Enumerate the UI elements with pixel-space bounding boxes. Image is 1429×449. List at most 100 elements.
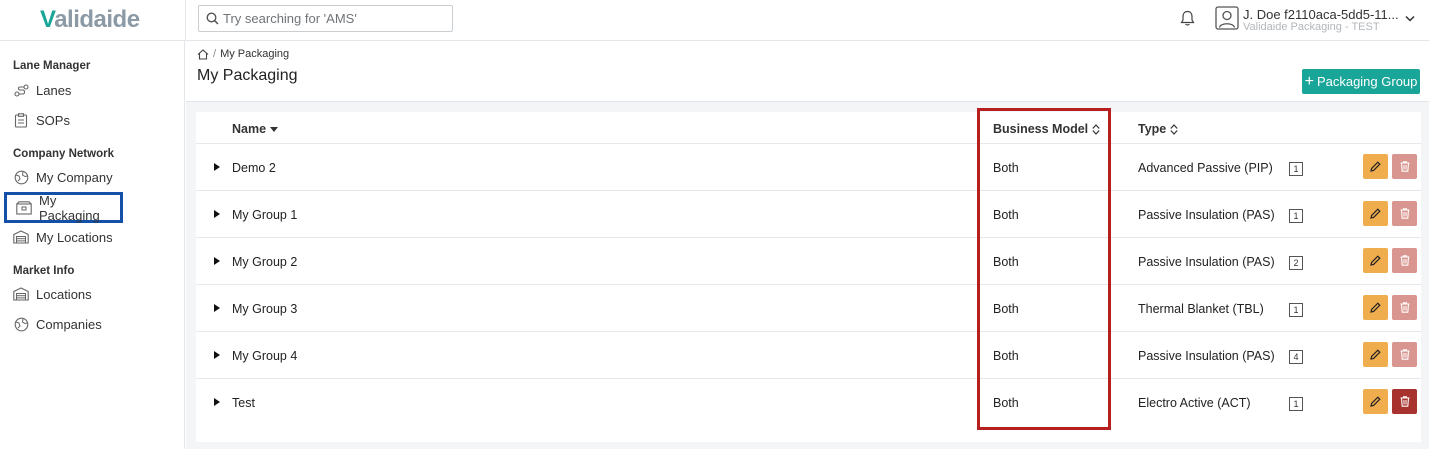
table-row[interactable]: My Group 2 Both Passive Insulation (PAS) 2 [196, 237, 1421, 284]
user-name: J. Doe f2110aca-5dd5-11... [1243, 7, 1399, 22]
count-badge: 1 [1289, 162, 1303, 176]
delete-button[interactable] [1392, 389, 1417, 414]
trash-icon [1400, 302, 1409, 313]
user-org: Validaide Packaging - TEST [1243, 21, 1380, 33]
pencil-icon [1370, 255, 1381, 266]
delete-button[interactable] [1392, 201, 1417, 226]
sort-icon [1170, 123, 1178, 135]
column-header-business-model[interactable]: Business Model [993, 122, 1100, 136]
delete-button[interactable] [1392, 342, 1417, 367]
plus-icon: + [1304, 72, 1314, 90]
table-row[interactable]: My Group 1 Both Passive Insulation (PAS) 1 [196, 190, 1421, 237]
globe-icon [13, 316, 29, 332]
cell-business-model: Both [993, 395, 1019, 410]
search-input[interactable] [223, 8, 449, 29]
section-market-info: Market Info [13, 265, 75, 277]
trash-icon [1400, 255, 1409, 266]
pencil-icon [1370, 349, 1381, 360]
count-badge: 1 [1289, 209, 1303, 223]
caret-right-icon[interactable] [214, 351, 220, 359]
caret-right-icon[interactable] [214, 398, 220, 406]
avatar-icon [1215, 6, 1239, 30]
delete-button[interactable] [1392, 248, 1417, 273]
cell-type: Passive Insulation (PAS) [1138, 348, 1275, 363]
top-bar: Validaide J. Doe f2110aca-5dd5-11... Val… [0, 0, 1429, 41]
trash-icon [1400, 396, 1409, 407]
edit-button[interactable] [1363, 201, 1388, 226]
column-header-name[interactable]: Name [232, 122, 279, 136]
pencil-icon [1370, 396, 1381, 407]
sidebar: Lane Manager Lanes SOPs Company Network … [0, 41, 185, 449]
lanes-icon [13, 82, 29, 98]
cell-business-model: Both [993, 207, 1019, 222]
trash-icon [1400, 161, 1409, 172]
caret-right-icon[interactable] [214, 257, 220, 265]
table-row[interactable]: Test Both Electro Active (ACT) 1 [196, 378, 1421, 425]
user-menu[interactable]: J. Doe f2110aca-5dd5-11... Validaide Pac… [1215, 6, 1425, 34]
sidebar-item-companies[interactable]: Companies [13, 312, 102, 336]
packaging-icon [16, 200, 32, 216]
pencil-icon [1370, 208, 1381, 219]
cell-type: Thermal Blanket (TBL) [1138, 301, 1264, 316]
table-row[interactable]: Demo 2 Both Advanced Passive (PIP) 1 [196, 143, 1421, 190]
trash-icon [1400, 349, 1409, 360]
page-header: / My Packaging My Packaging + Packaging … [186, 41, 1429, 102]
caret-right-icon[interactable] [214, 210, 220, 218]
cell-name: Demo 2 [232, 160, 276, 175]
delete-button[interactable] [1392, 295, 1417, 320]
table-row[interactable]: My Group 4 Both Passive Insulation (PAS) 4 [196, 331, 1421, 378]
delete-button[interactable] [1392, 154, 1417, 179]
search-icon [206, 12, 219, 25]
count-badge: 2 [1289, 256, 1303, 270]
breadcrumb-current: My Packaging [220, 48, 290, 60]
table-row[interactable]: My Group 3 Both Thermal Blanket (TBL) 1 [196, 284, 1421, 331]
cell-name: Test [232, 395, 255, 410]
edit-button[interactable] [1363, 248, 1388, 273]
warehouse-icon [13, 286, 29, 302]
sidebar-item-lanes[interactable]: Lanes [13, 78, 71, 102]
edit-button[interactable] [1363, 342, 1388, 367]
edit-button[interactable] [1363, 295, 1388, 320]
main-content: / My Packaging My Packaging + Packaging … [186, 41, 1429, 449]
caret-right-icon[interactable] [214, 163, 220, 171]
packaging-table: Name Business Model Type Demo 2 Both Advan… [196, 112, 1421, 442]
cell-name: My Group 3 [232, 301, 298, 316]
clipboard-icon [13, 112, 29, 128]
edit-button[interactable] [1363, 154, 1388, 179]
warehouse-icon [13, 229, 29, 245]
add-packaging-group-button[interactable]: + Packaging Group [1302, 69, 1420, 94]
home-icon[interactable] [197, 48, 209, 60]
validaide-logo[interactable]: Validaide [40, 6, 140, 34]
cell-business-model: Both [993, 160, 1019, 175]
edit-button[interactable] [1363, 389, 1388, 414]
sidebar-item-my-company[interactable]: My Company [13, 165, 113, 189]
pencil-icon [1370, 302, 1381, 313]
chevron-down-icon[interactable] [1405, 15, 1415, 22]
cell-type: Passive Insulation (PAS) [1138, 207, 1275, 222]
search-box[interactable] [198, 5, 453, 32]
count-badge: 1 [1289, 397, 1303, 411]
trash-icon [1400, 208, 1409, 219]
section-lane-manager: Lane Manager [13, 60, 91, 72]
breadcrumb: / My Packaging [197, 48, 289, 60]
sort-icon [1092, 123, 1100, 135]
cell-business-model: Both [993, 348, 1019, 363]
caret-right-icon[interactable] [214, 304, 220, 312]
cell-name: My Group 4 [232, 348, 298, 363]
count-badge: 4 [1289, 350, 1303, 364]
sidebar-item-my-packaging[interactable]: My Packaging [4, 192, 123, 223]
bell-icon[interactable] [1180, 10, 1195, 27]
cell-business-model: Both [993, 254, 1019, 269]
count-badge: 1 [1289, 303, 1303, 317]
sidebar-item-locations[interactable]: Locations [13, 282, 92, 306]
breadcrumb-separator: / [213, 48, 217, 60]
globe-icon [13, 169, 29, 185]
cell-type: Passive Insulation (PAS) [1138, 254, 1275, 269]
pencil-icon [1370, 161, 1381, 172]
column-header-type[interactable]: Type [1138, 122, 1178, 136]
cell-type: Electro Active (ACT) [1138, 395, 1251, 410]
divider [185, 0, 186, 41]
cell-type: Advanced Passive (PIP) [1138, 160, 1273, 175]
sidebar-item-my-locations[interactable]: My Locations [13, 225, 113, 249]
sidebar-item-sops[interactable]: SOPs [13, 108, 70, 132]
